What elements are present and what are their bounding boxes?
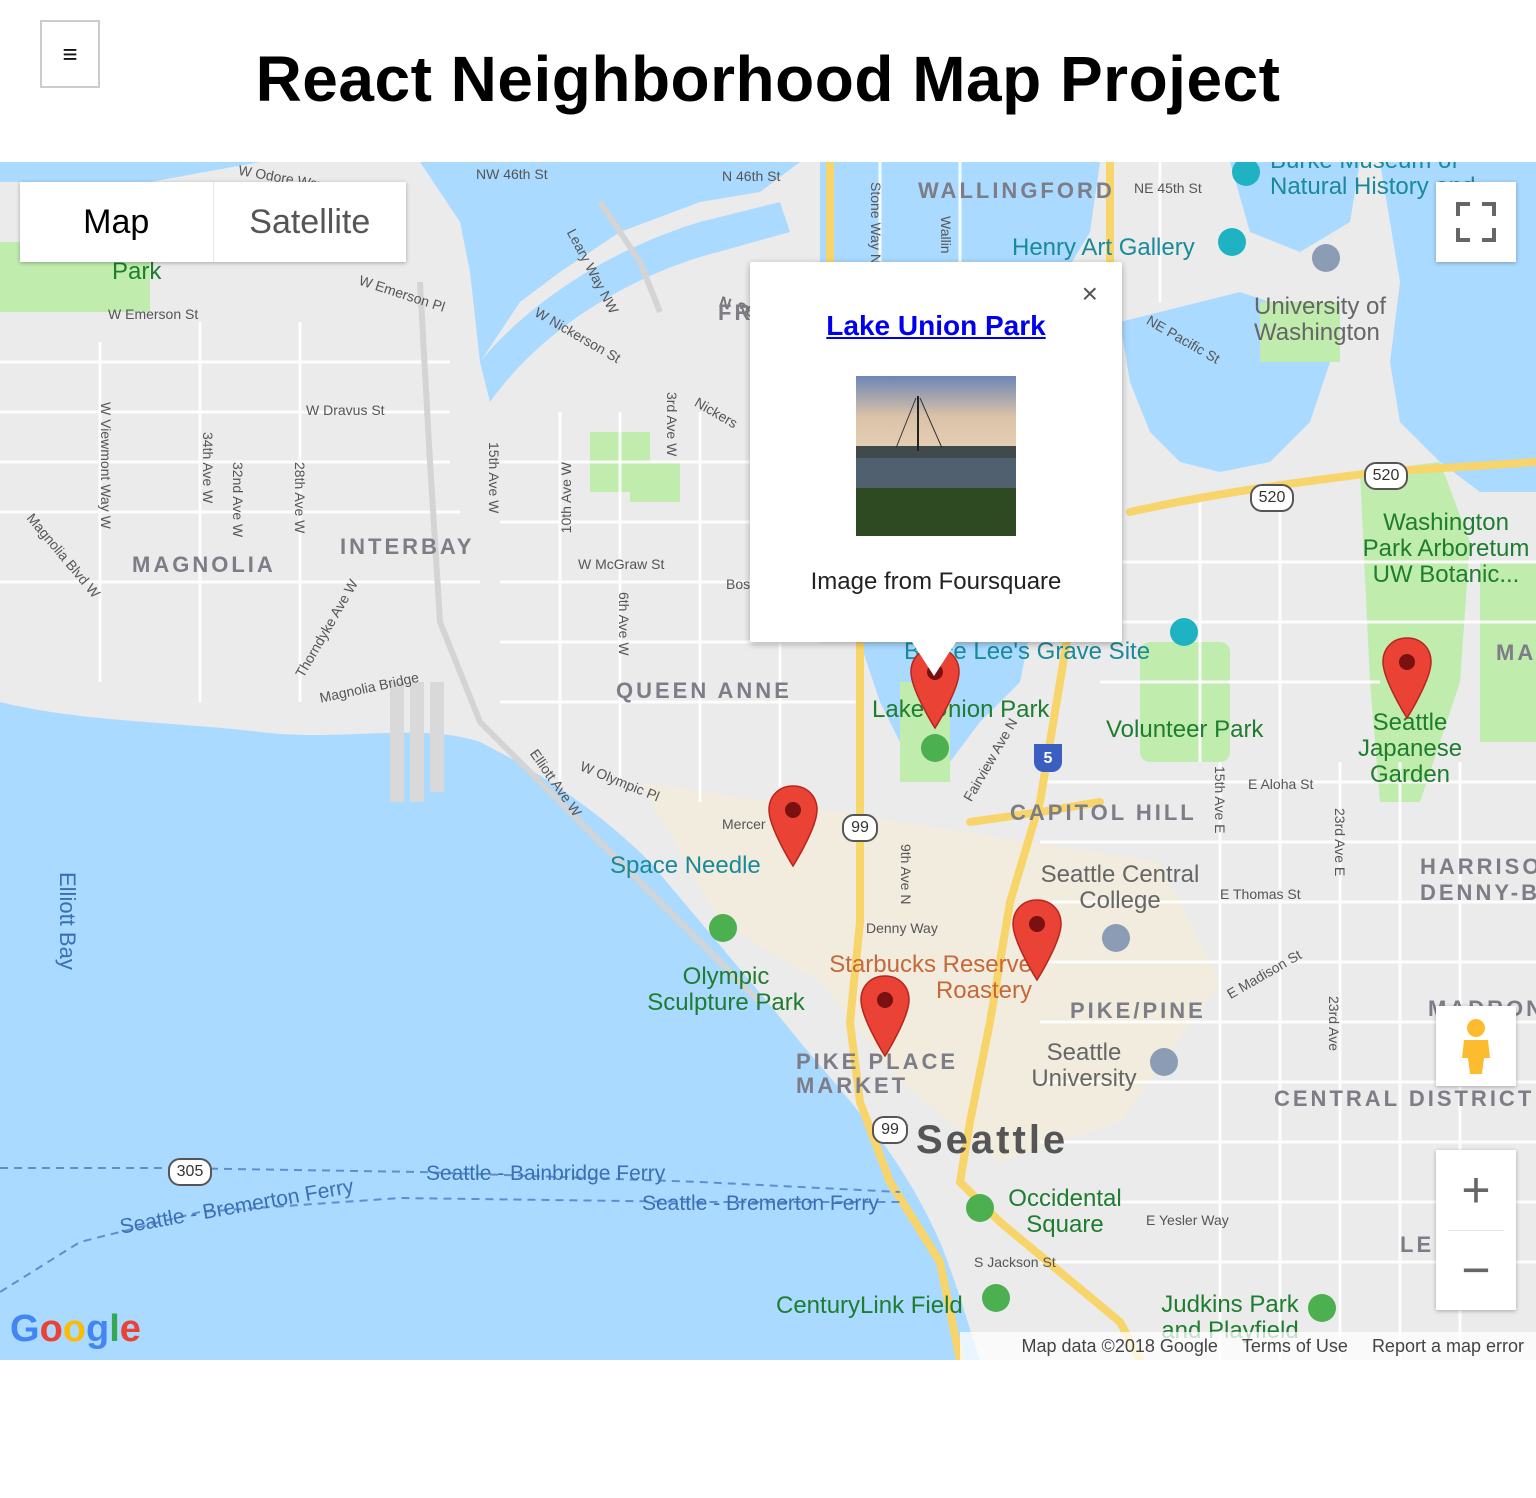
- map-marker[interactable]: [859, 974, 911, 1058]
- highway-shield: 520: [1364, 462, 1408, 490]
- map-type-map-button[interactable]: Map: [20, 182, 213, 262]
- street-label: NE 45th St: [1134, 180, 1202, 196]
- street-label: E Yesler Way: [1146, 1212, 1229, 1228]
- map-type-control: Map Satellite: [20, 182, 406, 262]
- district-label: QUEEN ANNE: [616, 678, 792, 703]
- district-label: FR: [718, 300, 754, 325]
- zoom-in-button[interactable]: +: [1436, 1150, 1516, 1230]
- poi-label: Seattle - Bainbridge Ferry: [426, 1162, 666, 1185]
- terms-of-use-link[interactable]: Terms of Use: [1242, 1336, 1348, 1357]
- street-label: W Dravus St: [306, 402, 385, 418]
- street-label: N 46th St: [722, 168, 781, 184]
- zoom-out-button[interactable]: −: [1436, 1230, 1516, 1310]
- attribution-bar: Map data ©2018 Google Terms of Use Repor…: [960, 1332, 1536, 1360]
- district-label: MAGNOLIA: [132, 552, 276, 577]
- poi-label: Olympic Sculpture Park: [647, 963, 805, 1016]
- street-label: 15th Ave E: [1212, 766, 1228, 834]
- poi-label: Occidental Square: [1008, 1185, 1122, 1238]
- highway-shield: 5: [1034, 744, 1062, 772]
- poi-label: Seattle Japanese Garden: [1357, 709, 1463, 788]
- google-logo[interactable]: Google: [10, 1308, 141, 1351]
- poi-label: University of Washington: [1254, 293, 1387, 346]
- poi-label: Space Needle: [610, 852, 761, 879]
- street-label: S Jackson St: [974, 1254, 1056, 1270]
- map-data-text: Map data ©2018 Google: [1021, 1335, 1218, 1356]
- district-label: LE: [1400, 1232, 1435, 1257]
- district-label: PIKE/PINE: [1070, 998, 1206, 1023]
- street-label: E Aloha St: [1248, 776, 1314, 792]
- venue-photo: [856, 376, 1016, 536]
- poi-label: Seattle - Bremerton Ferry: [642, 1192, 879, 1215]
- poi-label: Washington Park Arboretum UW Botanic...: [1362, 509, 1530, 588]
- street-label: Bos: [726, 576, 751, 592]
- street-label: 10th Ave W: [558, 462, 574, 534]
- poi-label: Park: [112, 258, 162, 285]
- poi-label: Seattle University: [1031, 1039, 1137, 1092]
- street-label: 32nd Ave W: [230, 462, 246, 538]
- city-label: Seattle: [916, 1118, 1069, 1162]
- page-title: React Neighborhood Map Project: [255, 43, 1281, 115]
- map-canvas[interactable]: NW 46th St N 46th St NE 45th St Leary Wa…: [0, 162, 1536, 1360]
- map-marker[interactable]: [1381, 636, 1433, 720]
- district-label: MA: [1496, 640, 1536, 665]
- poi-label: Volunteer Park: [1106, 716, 1264, 743]
- poi-label: Henry Art Gallery: [1012, 234, 1195, 261]
- street-label: 28th Ave W: [292, 462, 308, 534]
- street-label: W Viewmont Way W: [98, 402, 114, 529]
- info-window-pointer: [912, 642, 956, 676]
- district-label: CENTRAL DISTRICT: [1274, 1086, 1535, 1111]
- pegman-icon: [1462, 1019, 1490, 1074]
- district-label: HARRISON DENNY-B: [1420, 854, 1536, 905]
- street-view-pegman-button[interactable]: [1436, 1006, 1516, 1086]
- highway-shield: 520: [1250, 484, 1294, 512]
- fullscreen-button[interactable]: [1436, 182, 1516, 262]
- zoom-control: + −: [1436, 1150, 1516, 1310]
- street-label: 23rd Ave E: [1332, 808, 1348, 877]
- street-label: E Thomas St: [1220, 886, 1301, 902]
- poi-label: Starbucks Reserve Roastery: [829, 951, 1032, 1004]
- highway-shield: 305: [168, 1158, 212, 1186]
- info-window-caption: Image from Foursquare: [810, 568, 1062, 595]
- map-marker[interactable]: [767, 784, 819, 868]
- highway-shield: 99: [872, 1116, 908, 1144]
- street-label: Mercer: [722, 816, 766, 832]
- street-label: NW 46th St: [476, 166, 548, 182]
- highway-shield: 99: [842, 814, 878, 842]
- fullscreen-icon: [1456, 202, 1496, 242]
- map-type-satellite-button[interactable]: Satellite: [212, 182, 407, 262]
- street-label: 23rd Ave: [1326, 996, 1342, 1052]
- street-label: 6th Ave W: [616, 592, 632, 656]
- street-label: W Emerson St: [108, 306, 199, 322]
- map-marker[interactable]: [1011, 898, 1063, 982]
- street-label: Stone Way N: [868, 182, 884, 264]
- district-label: CAPITOL HILL: [1010, 800, 1197, 825]
- street-label: W McGraw St: [578, 556, 665, 572]
- district-label: WALLINGFORD: [918, 178, 1115, 203]
- street-label: 34th Ave W: [200, 432, 216, 504]
- street-label: 3rd Ave W: [664, 392, 680, 457]
- street-label: Wallin: [938, 216, 954, 254]
- report-map-error-link[interactable]: Report a map error: [1372, 1336, 1524, 1357]
- street-label: 9th Ave N: [898, 844, 914, 905]
- street-label: 15th Ave W: [486, 442, 502, 514]
- poi-label: CenturyLink Field: [776, 1292, 963, 1319]
- app-header: ≡ React Neighborhood Map Project: [0, 0, 1536, 162]
- info-window-title-link[interactable]: Lake Union Park: [750, 310, 1122, 342]
- district-label: INTERBAY: [340, 534, 475, 559]
- street-label: Denny Way: [866, 920, 938, 936]
- close-icon[interactable]: ×: [1082, 278, 1098, 310]
- poi-label: Elliott Bay: [55, 872, 80, 970]
- info-window: × Lake Union Park Image from Foursquare: [750, 262, 1122, 642]
